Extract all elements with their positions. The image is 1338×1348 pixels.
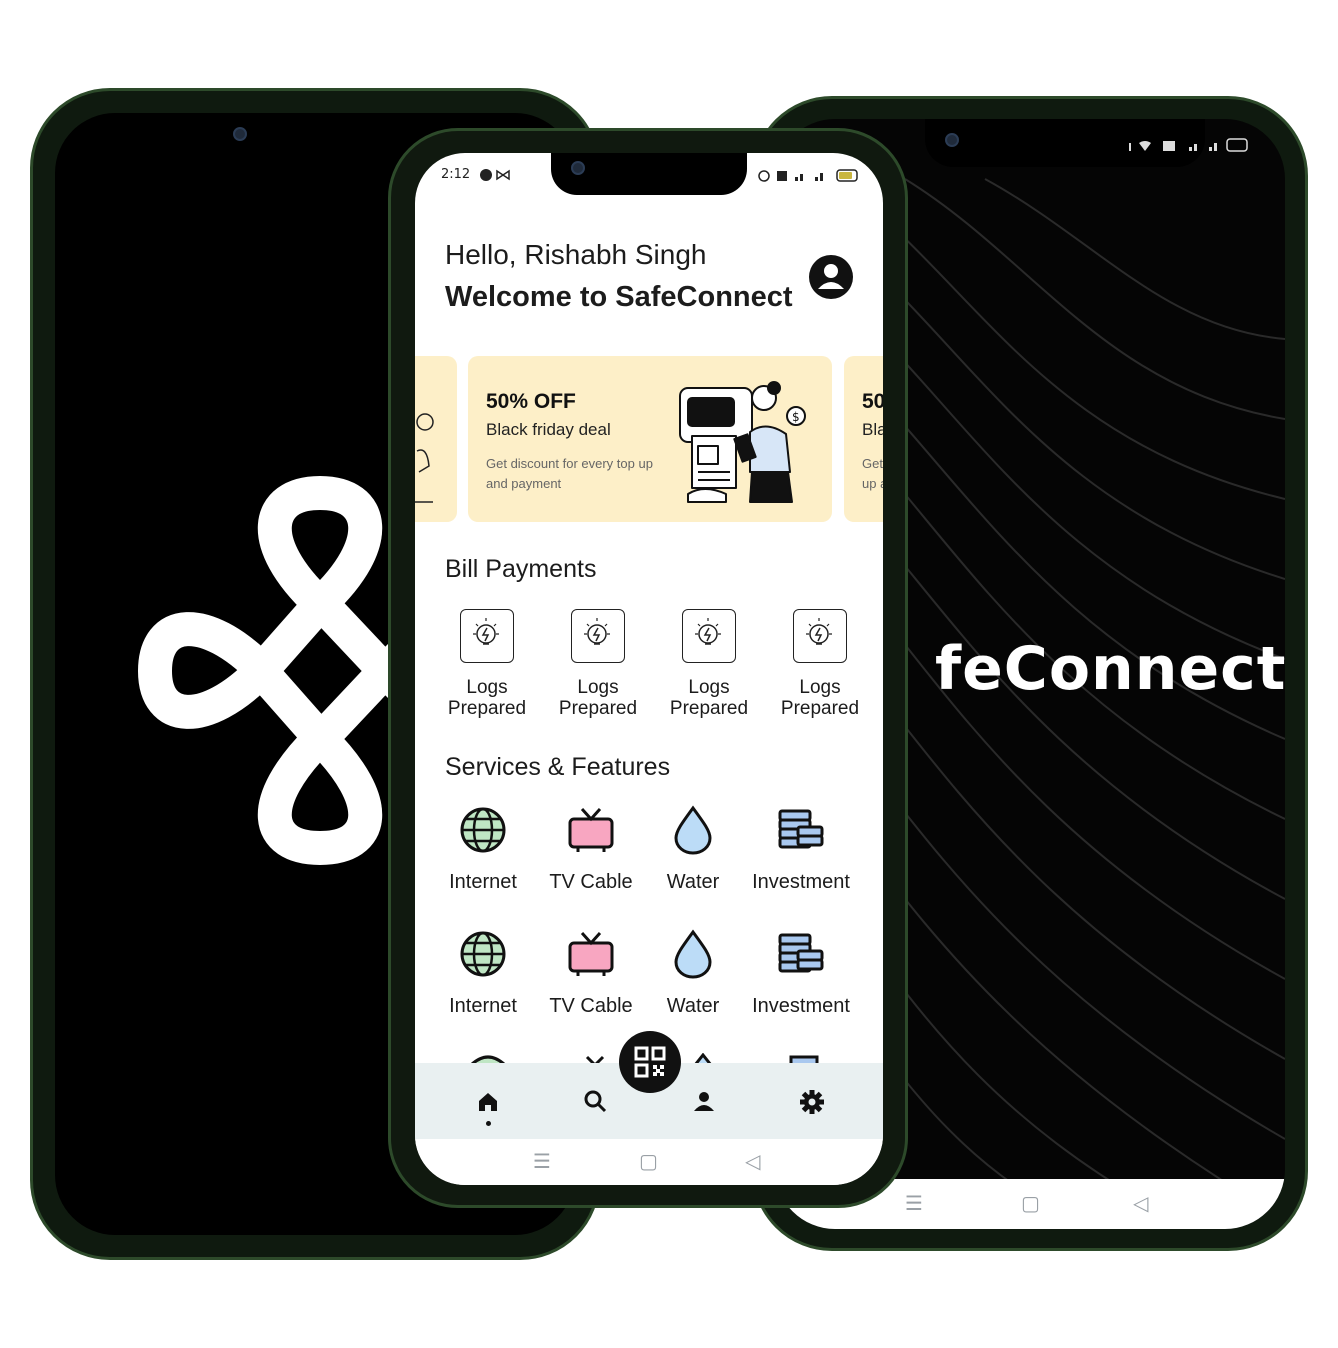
active-tab-indicator bbox=[486, 1121, 491, 1126]
settings-icon[interactable] bbox=[797, 1087, 827, 1117]
coins-icon bbox=[778, 809, 824, 849]
promo-peek-subtitle: Bla bbox=[862, 420, 883, 439]
front-camera-icon bbox=[571, 161, 585, 175]
svg-text:$: $ bbox=[792, 410, 800, 424]
back-icon[interactable]: ◁ bbox=[1133, 1191, 1148, 1215]
bill-item[interactable]: Logs Prepared bbox=[437, 609, 537, 719]
back-icon[interactable]: ◁ bbox=[745, 1149, 760, 1173]
services-title: Services & Features bbox=[445, 753, 671, 781]
profile-avatar-icon[interactable] bbox=[807, 253, 855, 301]
bill-label-line1: Logs bbox=[688, 677, 730, 698]
welcome-text: Welcome to SafeConnect bbox=[445, 281, 793, 313]
status-icons bbox=[1129, 138, 1248, 152]
service-internet[interactable]: Internet bbox=[423, 805, 543, 894]
bill-label-line1: Logs bbox=[577, 677, 619, 698]
system-nav-bar: ☰ ▢ ◁ bbox=[415, 1139, 883, 1185]
app-wordmark: feConnect bbox=[935, 634, 1285, 704]
promo-banner-next[interactable]: 50 Bla Get up a bbox=[844, 356, 883, 522]
notification-icons bbox=[480, 169, 510, 181]
bulb-icon bbox=[682, 609, 736, 663]
water-drop-icon bbox=[674, 929, 712, 979]
promo-subtitle: Black friday deal bbox=[486, 420, 611, 439]
menu-icon[interactable]: ☰ bbox=[905, 1191, 923, 1215]
search-icon[interactable] bbox=[581, 1087, 611, 1117]
tv-icon bbox=[568, 931, 614, 976]
service-label: Investment bbox=[752, 995, 850, 1017]
promo-peek-desc: Get up a bbox=[862, 456, 883, 491]
qr-icon bbox=[634, 1046, 666, 1078]
system-status-icons bbox=[758, 169, 858, 182]
front-camera-icon bbox=[945, 133, 959, 147]
bill-label-line2: Prepared bbox=[558, 698, 638, 719]
qr-scan-button[interactable] bbox=[619, 1031, 681, 1093]
greeting-text: Hello, Rishabh Singh bbox=[445, 239, 707, 270]
water-drop-icon bbox=[674, 805, 712, 855]
home-screen: 2:12 Hello, Rishabh Singh Welcome to Saf… bbox=[415, 153, 883, 1185]
promo-title: 50% OFF bbox=[486, 390, 576, 413]
bill-payments-title: Bill Payments bbox=[445, 555, 597, 583]
service-internet[interactable]: Internet bbox=[423, 929, 543, 1018]
home-icon[interactable] bbox=[473, 1087, 503, 1117]
service-label: Internet bbox=[449, 995, 517, 1017]
promo-banner[interactable]: 50% OFF Black friday deal Get discount f… bbox=[468, 356, 832, 522]
promo-banner-prev[interactable] bbox=[415, 356, 457, 522]
service-label: Internet bbox=[449, 871, 517, 893]
service-label: Water bbox=[666, 871, 720, 893]
bill-label-line2: Prepared bbox=[447, 698, 527, 719]
bulb-icon bbox=[571, 609, 625, 663]
promo-illustration-partial bbox=[415, 413, 434, 503]
profile-icon[interactable] bbox=[689, 1087, 719, 1117]
status-time: 2:12 bbox=[441, 167, 471, 182]
bill-label-line1: Logs bbox=[466, 677, 508, 698]
center-phone-frame: 2:12 Hello, Rishabh Singh Welcome to Saf… bbox=[388, 128, 908, 1208]
front-camera-icon bbox=[233, 127, 247, 141]
payment-illustration: $ bbox=[679, 381, 806, 503]
bill-label-line2: Prepared bbox=[669, 698, 749, 719]
globe-icon bbox=[460, 931, 506, 977]
bulb-icon bbox=[460, 609, 514, 663]
bill-item[interactable]: Logs Prepared bbox=[770, 609, 870, 719]
service-label: Water bbox=[666, 995, 720, 1017]
bill-item[interactable]: Logs Prepared bbox=[659, 609, 759, 719]
bill-label-line1: Logs bbox=[799, 677, 841, 698]
menu-icon[interactable]: ☰ bbox=[533, 1149, 551, 1173]
promo-peek-title: 50 bbox=[862, 390, 883, 413]
service-water[interactable]: Water bbox=[633, 929, 753, 1018]
tv-icon bbox=[568, 807, 614, 852]
service-investment[interactable]: Investment bbox=[741, 805, 861, 894]
center-notch bbox=[551, 153, 747, 195]
bill-item[interactable]: Logs Prepared bbox=[548, 609, 648, 719]
bulb-icon bbox=[793, 609, 847, 663]
bill-label-line2: Prepared bbox=[780, 698, 860, 719]
home-square-icon[interactable]: ▢ bbox=[639, 1149, 658, 1173]
promo-description: Get discount for every top up and paymen… bbox=[486, 456, 653, 491]
service-water[interactable]: Water bbox=[633, 805, 753, 894]
coins-icon bbox=[778, 933, 824, 973]
home-square-icon[interactable]: ▢ bbox=[1021, 1191, 1040, 1215]
service-label: Investment bbox=[752, 871, 850, 893]
service-investment[interactable]: Investment bbox=[741, 929, 861, 1018]
globe-icon bbox=[460, 807, 506, 853]
